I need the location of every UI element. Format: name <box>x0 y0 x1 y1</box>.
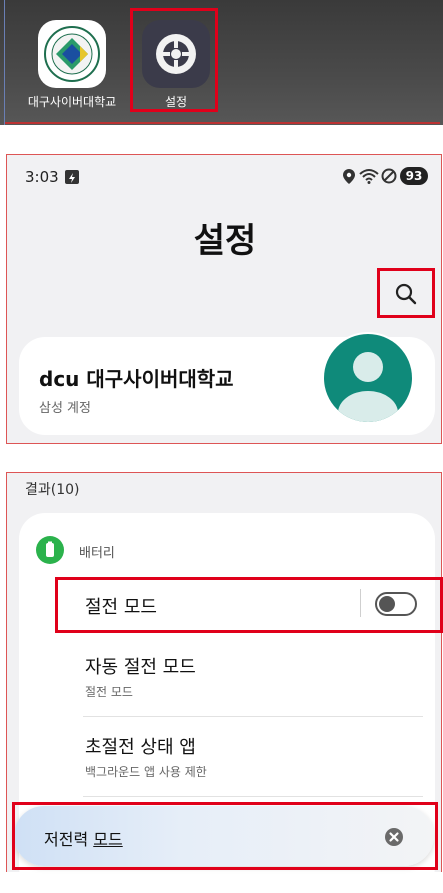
university-app-label: 대구사이버대학교 <box>27 95 117 109</box>
avatar <box>322 332 414 424</box>
account-card[interactable]: dcu 대구사이버대학교 삼성 계정 <box>19 332 435 435</box>
highlight-search-button <box>377 268 435 318</box>
do-not-disturb-icon <box>381 168 397 184</box>
location-icon <box>343 169 355 184</box>
settings-screen-top: 3:03 93 설정 dcu 대구사이버대학교 삼성 계정 <box>6 154 442 444</box>
battery-icon <box>36 536 64 564</box>
list-item-title: 자동 절전 모드 <box>85 657 196 678</box>
section-title: 배터리 <box>79 546 115 561</box>
account-name: dcu 대구사이버대학교 <box>39 367 234 391</box>
results-count: 결과(10) <box>25 482 80 498</box>
notification-icon <box>65 170 79 184</box>
battery-icon: 93 <box>400 167 428 185</box>
list-item-title: 초절전 상태 앱 <box>85 737 196 758</box>
university-app-icon[interactable] <box>38 20 106 88</box>
divider <box>83 796 423 797</box>
list-item-subtitle: 백그라운드 앱 사용 제한 <box>85 765 207 779</box>
highlight-power-saving <box>55 577 443 633</box>
home-launcher-strip: 대구사이버대학교 설정 <box>0 0 443 125</box>
list-item-subtitle: 절전 모드 <box>85 685 133 699</box>
list-item-deep-sleeping-apps[interactable]: 초절전 상태 앱 백그라운드 앱 사용 제한 <box>55 721 435 791</box>
wifi-icon <box>359 169 379 184</box>
divider <box>4 0 5 125</box>
page-title: 설정 <box>193 221 257 261</box>
university-logo-icon <box>44 26 100 82</box>
status-time: 3:03 <box>25 168 59 186</box>
account-subtitle: 삼성 계정 <box>39 401 91 416</box>
list-item-auto-power-saving[interactable]: 자동 절전 모드 절전 모드 <box>55 641 435 711</box>
highlight-settings-app <box>130 8 218 112</box>
divider <box>4 122 440 124</box>
divider <box>83 716 423 717</box>
highlight-snackbar <box>12 802 438 870</box>
